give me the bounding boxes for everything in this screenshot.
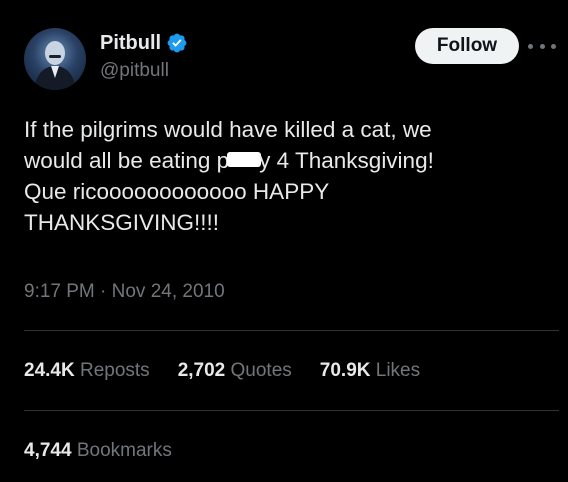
quotes-label: Quotes (230, 360, 292, 381)
likes-stat[interactable]: 70.9K Likes (320, 359, 420, 383)
reposts-stat[interactable]: 24.4K Reposts (24, 359, 150, 383)
tweet-text: If the pilgrims would have killed a cat,… (24, 114, 544, 238)
likes-count: 70.9K (319, 360, 371, 381)
dot (539, 43, 545, 49)
quotes-count: 2,702 (177, 360, 226, 381)
dot (528, 43, 533, 49)
reposts-label: Reposts (79, 360, 150, 381)
author-handle[interactable]: @pitbull (100, 60, 169, 82)
author-name-row: Pitbull (100, 31, 188, 55)
more-options-icon[interactable] (528, 36, 556, 56)
verified-badge-icon (167, 33, 187, 53)
avatar-image (34, 41, 76, 90)
divider (24, 330, 559, 331)
bookmarks-count: 4,744 (24, 440, 72, 461)
redaction-mark (227, 152, 262, 167)
likes-label: Likes (375, 360, 421, 381)
engagement-stats: 24.4K Reposts 2,702 Quotes 70.9K Likes (24, 359, 420, 383)
quotes-stat[interactable]: 2,702 Quotes (178, 359, 292, 383)
follow-button[interactable]: Follow (415, 28, 519, 64)
reposts-count: 24.4K (24, 360, 75, 381)
dot (551, 43, 556, 49)
tweet-timestamp[interactable]: 9:17 PM · Nov 24, 2010 (24, 280, 225, 304)
divider (24, 410, 559, 411)
bookmarks-label: Bookmarks (76, 440, 172, 461)
avatar[interactable] (24, 28, 86, 90)
bookmarks-stat[interactable]: 4,744 Bookmarks (24, 439, 172, 463)
author-display-name[interactable]: Pitbull (100, 31, 161, 55)
